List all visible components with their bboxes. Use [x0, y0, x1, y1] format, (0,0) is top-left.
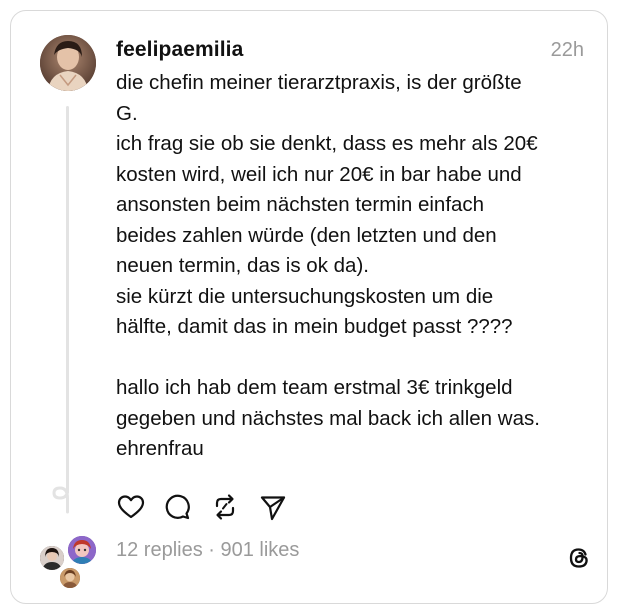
post-text-line: beides zahlen würde (den letzten und den	[116, 223, 497, 247]
send-icon	[260, 496, 286, 521]
comment-button[interactable]	[162, 492, 192, 522]
reply-avatars[interactable]	[38, 534, 100, 590]
thread-curl	[52, 484, 69, 514]
post-text-line: ansonsten beim nächsten termin einfach	[116, 193, 485, 216]
post-text-line: ich frag sie ob sie denkt, dass es mehr …	[116, 132, 538, 155]
comment-icon	[165, 494, 190, 520]
repost-icon	[215, 494, 235, 520]
post-text-line	[116, 343, 591, 374]
like-button[interactable]	[116, 492, 146, 522]
timestamp: 22h	[550, 39, 584, 61]
post-text-line: G.	[116, 101, 138, 125]
post-text-line: kosten wird, weil ich nur 20€ in bar hab…	[116, 162, 522, 186]
thread-line	[66, 106, 69, 494]
username[interactable]: feelipaemilia	[116, 38, 243, 62]
post-text: die chefin meiner tierarztpraxis, is der…	[116, 68, 591, 465]
repost-button[interactable]	[210, 492, 240, 522]
share-button[interactable]	[258, 492, 288, 522]
post-stats[interactable]: 12 replies · 901 likes	[116, 539, 299, 562]
avatar[interactable]	[40, 35, 96, 91]
heart-icon	[117, 495, 145, 519]
post-text-line: hallo ich hab dem team erstmal 3€ trinkg…	[116, 376, 513, 399]
post-text-line: die chefin meiner tierarztpraxis, is der…	[116, 71, 522, 94]
post-text-line: hälfte, damit das in mein budget passt ?…	[116, 315, 513, 338]
post-text-line: ehrenfrau	[116, 437, 204, 460]
post-text-line: sie kürzt die untersuchungskosten um die	[116, 284, 494, 308]
reply-avatar	[58, 566, 82, 590]
post-text-line: gegeben und nächstes mal back ich allen …	[116, 406, 540, 430]
threads-logo-icon[interactable]	[564, 543, 594, 573]
reply-avatar	[66, 534, 98, 566]
post-text-line: neuen termin, das is ok da).	[116, 254, 369, 277]
